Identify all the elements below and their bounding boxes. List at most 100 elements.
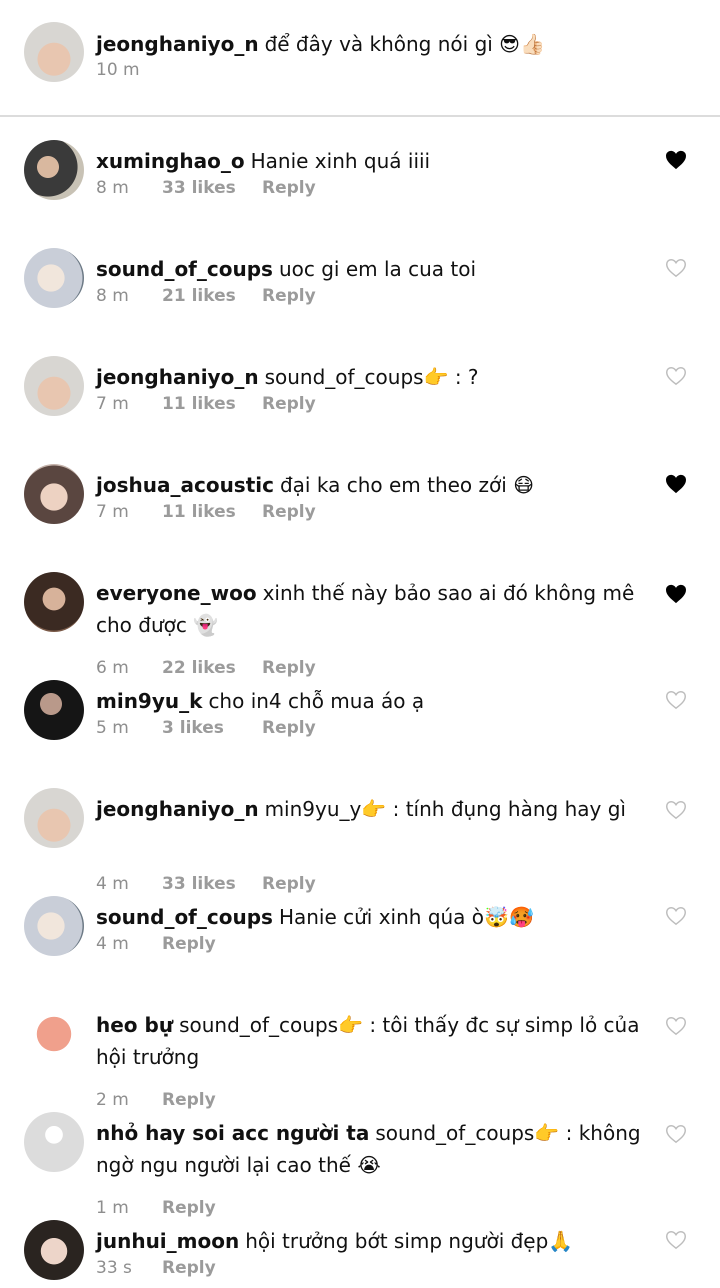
comment-time: 7 m bbox=[96, 502, 129, 522]
likes-count[interactable]: 33 likes bbox=[162, 874, 262, 894]
reply-button[interactable]: Reply bbox=[162, 1258, 216, 1278]
comment-meta: 5 m 3 likes Reply bbox=[96, 718, 316, 738]
avatar[interactable] bbox=[24, 140, 84, 200]
reply-button[interactable]: Reply bbox=[262, 394, 316, 414]
likes-count[interactable]: 11 likes bbox=[162, 394, 262, 414]
comment-meta: 33 s Reply bbox=[96, 1258, 216, 1278]
likes-count[interactable]: 22 likes bbox=[162, 658, 262, 678]
heart-outline-icon[interactable] bbox=[665, 1230, 687, 1250]
comment-meta: 4 m Reply bbox=[96, 934, 216, 954]
comment-meta: 8 m 33 likes Reply bbox=[96, 178, 316, 198]
avatar[interactable] bbox=[24, 464, 84, 524]
comment-text: sound_of_coups👉 : tôi thấy đc sự simp lỏ… bbox=[96, 1013, 640, 1069]
heart-filled-icon[interactable] bbox=[665, 584, 687, 604]
caption-time: 10 m bbox=[96, 60, 140, 80]
likes-count[interactable]: 3 likes bbox=[162, 718, 262, 738]
comment-text: Hanie xinh quá iiii bbox=[250, 149, 431, 173]
reply-button[interactable]: Reply bbox=[262, 286, 316, 306]
comment-time: 7 m bbox=[96, 394, 129, 414]
comment-username[interactable]: xuminghao_o bbox=[96, 149, 245, 173]
comment-username[interactable]: joshua_acoustic bbox=[96, 473, 274, 497]
reply-button[interactable]: Reply bbox=[262, 178, 316, 198]
comment-meta: 6 m 22 likes Reply bbox=[96, 658, 316, 678]
heart-filled-icon[interactable] bbox=[665, 150, 687, 170]
comment-text: sound_of_coups👉 : ? bbox=[264, 365, 479, 389]
comment-text-line: sound_of_coups uoc gi em la cua toi bbox=[96, 253, 644, 285]
heart-outline-icon[interactable] bbox=[665, 258, 687, 278]
reply-button[interactable]: Reply bbox=[162, 1090, 216, 1110]
caption-text-line: jeonghaniyo_n để đây và không nói gì 😎👍🏻 bbox=[96, 28, 644, 60]
avatar[interactable] bbox=[24, 1112, 84, 1172]
comment-text-line: nhỏ hay soi acc người ta sound_of_coups👉 … bbox=[96, 1117, 644, 1181]
heart-outline-icon[interactable] bbox=[665, 906, 687, 926]
comment-meta: 8 m 21 likes Reply bbox=[96, 286, 316, 306]
comment-username[interactable]: heo bự bbox=[96, 1013, 173, 1037]
comment-text-line: jeonghaniyo_n min9yu_y👉 : tính đụng hàng … bbox=[96, 793, 644, 825]
reply-button[interactable]: Reply bbox=[262, 502, 316, 522]
comment-time: 4 m bbox=[96, 874, 129, 894]
avatar[interactable] bbox=[24, 22, 84, 82]
comment-meta: 7 m 11 likes Reply bbox=[96, 394, 316, 414]
comment-text-line: heo bự sound_of_coups👉 : tôi thấy đc sự s… bbox=[96, 1009, 644, 1073]
comment-username[interactable]: sound_of_coups bbox=[96, 905, 273, 929]
comment-username[interactable]: jeonghaniyo_n bbox=[96, 365, 259, 389]
comment-time: 4 m bbox=[96, 934, 129, 954]
comment-text: cho in4 chỗ mua áo ạ bbox=[208, 689, 425, 713]
comment-text-line: sound_of_coups Hanie cửi xinh qúa ò🤯🥵 bbox=[96, 901, 644, 933]
likes-count[interactable]: 33 likes bbox=[162, 178, 262, 198]
heart-outline-icon[interactable] bbox=[665, 366, 687, 386]
reply-button[interactable]: Reply bbox=[262, 718, 316, 738]
reply-button[interactable]: Reply bbox=[162, 934, 216, 954]
caption-meta: 10 m bbox=[96, 60, 162, 80]
comment-username[interactable]: sound_of_coups bbox=[96, 257, 273, 281]
comment-meta: 7 m 11 likes Reply bbox=[96, 502, 316, 522]
reply-button[interactable]: Reply bbox=[262, 658, 316, 678]
comment-text-line: junhui_moon hội trưởng bớt simp người đẹp… bbox=[96, 1225, 644, 1257]
heart-outline-icon[interactable] bbox=[665, 1016, 687, 1036]
post-caption: jeonghaniyo_n để đây và không nói gì 😎👍🏻 … bbox=[0, 0, 720, 117]
avatar[interactable] bbox=[24, 680, 84, 740]
comment-username[interactable]: min9yu_k bbox=[96, 689, 202, 713]
comment-text: uoc gi em la cua toi bbox=[278, 257, 477, 281]
comment-text: đại ka cho em theo zới 😷 bbox=[279, 473, 535, 497]
comment-meta: 1 m Reply bbox=[96, 1198, 216, 1218]
comment-text-line: joshua_acoustic đại ka cho em theo zới 😷 bbox=[96, 469, 644, 501]
comment-time: 1 m bbox=[96, 1198, 129, 1218]
comment-time: 8 m bbox=[96, 286, 129, 306]
avatar[interactable] bbox=[24, 1220, 84, 1280]
comment-text: Hanie cửi xinh qúa ò🤯🥵 bbox=[278, 905, 534, 929]
comment-time: 2 m bbox=[96, 1090, 129, 1110]
heart-filled-icon[interactable] bbox=[665, 474, 687, 494]
avatar[interactable] bbox=[24, 1004, 84, 1064]
comment-text: min9yu_y👉 : tính đụng hàng hay gì bbox=[264, 797, 626, 821]
reply-button[interactable]: Reply bbox=[262, 874, 316, 894]
heart-outline-icon[interactable] bbox=[665, 690, 687, 710]
comment-time: 6 m bbox=[96, 658, 129, 678]
comment-text-line: jeonghaniyo_n sound_of_coups👉 : ? bbox=[96, 361, 644, 393]
comment-time: 33 s bbox=[96, 1258, 132, 1278]
comment-username[interactable]: everyone_woo bbox=[96, 581, 257, 605]
heart-outline-icon[interactable] bbox=[665, 800, 687, 820]
caption-username[interactable]: jeonghaniyo_n bbox=[96, 32, 259, 56]
comment-time: 5 m bbox=[96, 718, 129, 738]
comment-text: hội trưởng bớt simp người đẹp🙏 bbox=[245, 1229, 574, 1253]
comment-meta: 4 m 33 likes Reply bbox=[96, 874, 316, 894]
comment-text-line: min9yu_k cho in4 chỗ mua áo ạ bbox=[96, 685, 644, 717]
avatar[interactable] bbox=[24, 896, 84, 956]
comment-username[interactable]: junhui_moon bbox=[96, 1229, 239, 1253]
comment-time: 8 m bbox=[96, 178, 129, 198]
likes-count[interactable]: 21 likes bbox=[162, 286, 262, 306]
caption-text: để đây và không nói gì 😎👍🏻 bbox=[264, 32, 545, 56]
likes-count[interactable]: 11 likes bbox=[162, 502, 262, 522]
comment-username[interactable]: nhỏ hay soi acc người ta bbox=[96, 1121, 369, 1145]
reply-button[interactable]: Reply bbox=[162, 1198, 216, 1218]
comment-meta: 2 m Reply bbox=[96, 1090, 216, 1110]
comment-username[interactable]: jeonghaniyo_n bbox=[96, 797, 259, 821]
avatar[interactable] bbox=[24, 572, 84, 632]
avatar[interactable] bbox=[24, 788, 84, 848]
avatar[interactable] bbox=[24, 356, 84, 416]
comment-text-line: everyone_woo xinh thế này bảo sao ai đó k… bbox=[96, 577, 644, 641]
comment-text-line: xuminghao_o Hanie xinh quá iiii bbox=[96, 145, 644, 177]
heart-outline-icon[interactable] bbox=[665, 1124, 687, 1144]
avatar[interactable] bbox=[24, 248, 84, 308]
